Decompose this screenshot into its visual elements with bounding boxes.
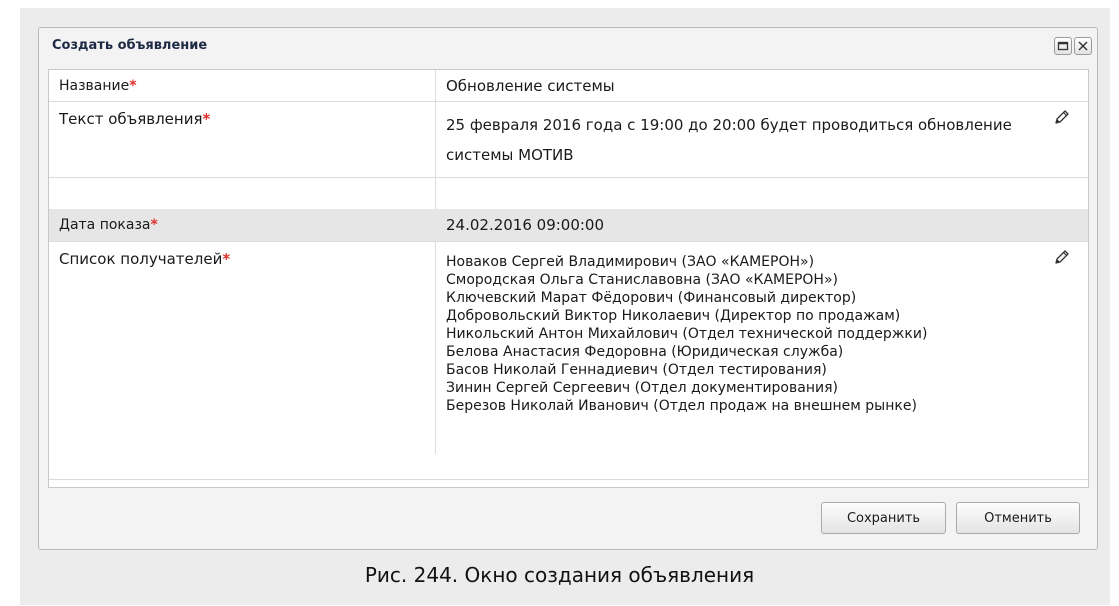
field-row-text: Текст объявления* 25 февраля 2016 года с… bbox=[49, 102, 1088, 178]
field-label-text: Текст объявления* bbox=[59, 110, 211, 128]
recipient-item: Никольский Антон Михайлович (Отдел техни… bbox=[446, 326, 928, 342]
field-value-date[interactable]: 24.02.2016 09:00:00 bbox=[446, 216, 604, 234]
recipient-item: Басов Николай Геннадиевич (Отдел тестиро… bbox=[446, 362, 827, 378]
field-row-date: Дата показа* 24.02.2016 09:00:00 bbox=[49, 209, 1088, 242]
recipient-item: Ключевский Марат Фёдорович (Финансовый д… bbox=[446, 290, 857, 306]
create-announcement-dialog: Создать объявление Название* Обновление … bbox=[38, 27, 1098, 550]
field-label-name: Название* bbox=[59, 78, 137, 94]
required-mark: * bbox=[150, 217, 158, 233]
field-label-recipients: Список получателей* bbox=[59, 250, 231, 268]
field-row-recipients: Список получателей* Новаков Сергей Влади… bbox=[49, 242, 1088, 480]
field-value-name[interactable]: Обновление системы bbox=[446, 77, 615, 95]
save-button[interactable]: Сохранить bbox=[821, 502, 946, 534]
dialog-title: Создать объявление bbox=[52, 38, 208, 53]
recipient-item: Добровольский Виктор Николаевич (Директо… bbox=[446, 308, 901, 324]
maximize-icon bbox=[1057, 41, 1069, 51]
recipient-item: Березов Николай Иванович (Отдел продаж н… bbox=[446, 398, 917, 414]
recipients-list[interactable]: Новаков Сергей Владимирович (ЗАО «КАМЕРО… bbox=[446, 253, 1036, 415]
pencil-icon[interactable] bbox=[1053, 248, 1071, 266]
field-value-text[interactable]: 25 февраля 2016 года с 19:00 до 20:00 бу… bbox=[446, 110, 1036, 170]
required-mark: * bbox=[222, 250, 231, 268]
required-mark: * bbox=[129, 78, 137, 94]
recipient-item: Новаков Сергей Владимирович (ЗАО «КАМЕРО… bbox=[446, 254, 815, 270]
cancel-button[interactable]: Отменить bbox=[956, 502, 1080, 534]
recipient-item: Зинин Сергей Сергеевич (Отдел документир… bbox=[446, 380, 838, 396]
announcement-form: Название* Обновление системы Текст объяв… bbox=[48, 69, 1089, 488]
close-button[interactable] bbox=[1074, 37, 1092, 55]
field-label-date: Дата показа* bbox=[59, 217, 158, 233]
pencil-icon[interactable] bbox=[1053, 108, 1071, 126]
dialog-titlebar: Создать объявление bbox=[39, 28, 1097, 64]
maximize-button[interactable] bbox=[1054, 37, 1072, 55]
figure-caption: Рис. 244. Окно создания объявления bbox=[364, 563, 755, 587]
recipient-item: Белова Анастасия Федоровна (Юридическая … bbox=[446, 344, 844, 360]
field-row-name: Название* Обновление системы bbox=[49, 70, 1088, 102]
recipient-item: Смородская Ольга Станиславовна (ЗАО «КАМ… bbox=[446, 272, 838, 288]
close-icon bbox=[1078, 41, 1088, 51]
required-mark: * bbox=[202, 110, 211, 128]
